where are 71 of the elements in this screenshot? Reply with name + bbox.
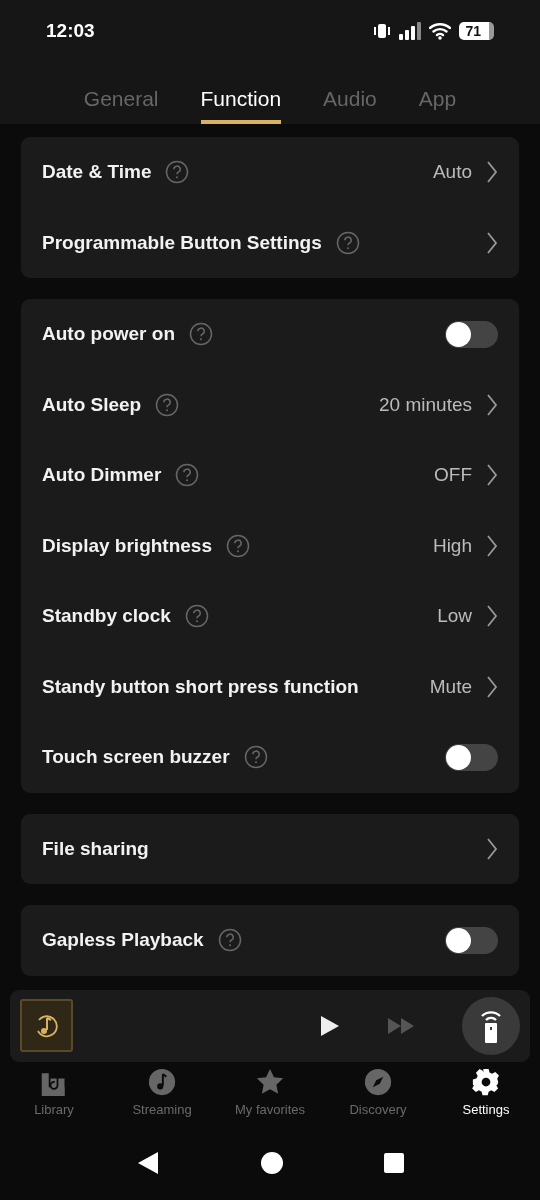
help-icon[interactable] <box>189 322 213 347</box>
chevron-right-icon <box>486 230 498 255</box>
compass-icon <box>364 1067 392 1096</box>
back-icon <box>136 1150 160 1175</box>
help-icon[interactable] <box>226 533 250 558</box>
nav-tab[interactable]: Streaming <box>108 1067 216 1134</box>
tab[interactable]: App <box>418 82 457 124</box>
album-art[interactable] <box>20 999 73 1052</box>
setting-label: File sharing <box>42 836 149 861</box>
nav-label: My favorites <box>234 1100 306 1119</box>
chevron-right-icon <box>486 836 498 861</box>
star-icon <box>256 1067 284 1096</box>
home-button[interactable] <box>260 1150 284 1175</box>
nav-label: Discovery <box>349 1100 407 1119</box>
wifi-icon <box>429 22 452 40</box>
nav-label: Library <box>34 1100 74 1119</box>
help-icon[interactable] <box>243 745 268 770</box>
toggle-switch[interactable] <box>445 320 498 348</box>
tab[interactable]: Audio <box>323 82 377 124</box>
play-button[interactable] <box>320 1014 340 1037</box>
tab[interactable]: Function <box>200 82 282 124</box>
music-note-icon <box>148 1067 176 1096</box>
toggle-switch[interactable] <box>445 743 498 771</box>
nav-label: Settings <box>462 1100 510 1119</box>
setting-label: Programmable Button Settings <box>42 230 322 255</box>
help-icon[interactable] <box>217 928 242 953</box>
recents-icon <box>384 1152 404 1173</box>
nav-tab[interactable]: Discovery <box>324 1067 432 1134</box>
chevron-right-icon <box>486 463 498 488</box>
help-icon[interactable] <box>184 604 209 629</box>
setting-label: Display brightness <box>42 533 212 558</box>
nav-label: Streaming <box>132 1100 192 1119</box>
chevron-right-icon <box>486 604 498 629</box>
setting-label: Touch screen buzzer <box>42 745 230 769</box>
gear-icon <box>472 1067 500 1096</box>
setting-label: Date & Time <box>42 160 152 184</box>
fast-forward-button[interactable] <box>388 1016 414 1035</box>
setting-label: Auto Dimmer <box>42 463 162 487</box>
chevron-right-icon <box>486 674 498 699</box>
setting-value: High <box>432 533 472 558</box>
play-icon <box>320 1014 340 1037</box>
setting-value: Low <box>437 604 472 628</box>
setting-label: Auto power on <box>42 322 175 346</box>
help-icon[interactable] <box>335 230 360 255</box>
home-icon <box>260 1150 284 1175</box>
setting-label: Standby clock <box>42 604 171 628</box>
battery-indicator: 71 <box>459 22 494 40</box>
chevron-right-icon <box>486 533 498 558</box>
help-icon[interactable] <box>165 160 190 185</box>
setting-value: 20 minutes <box>379 392 472 417</box>
setting-value: Mute <box>429 674 472 699</box>
vibrate-icon <box>373 23 392 39</box>
setting-label: Auto Sleep <box>42 392 142 417</box>
setting-label: Standy button short press function <box>42 674 359 699</box>
toggle-switch[interactable] <box>445 926 498 954</box>
fast-forward-icon <box>388 1016 414 1035</box>
chevron-right-icon <box>486 392 498 417</box>
clock-time: 12:03 <box>46 18 95 43</box>
setting-value: OFF <box>434 463 472 487</box>
setting-label: Gapless Playback <box>42 928 204 952</box>
nav-tab[interactable]: Settings <box>432 1067 540 1134</box>
setting-value: Auto <box>432 160 472 184</box>
chevron-right-icon <box>486 160 498 185</box>
help-icon[interactable] <box>175 463 200 488</box>
tab[interactable]: General <box>83 82 159 124</box>
back-button[interactable] <box>136 1150 160 1175</box>
signal-icon <box>399 22 422 40</box>
recents-button[interactable] <box>384 1152 404 1173</box>
help-icon[interactable] <box>155 392 180 417</box>
nav-tab[interactable]: My favorites <box>216 1067 324 1134</box>
nav-tab[interactable]: Library <box>0 1067 108 1134</box>
